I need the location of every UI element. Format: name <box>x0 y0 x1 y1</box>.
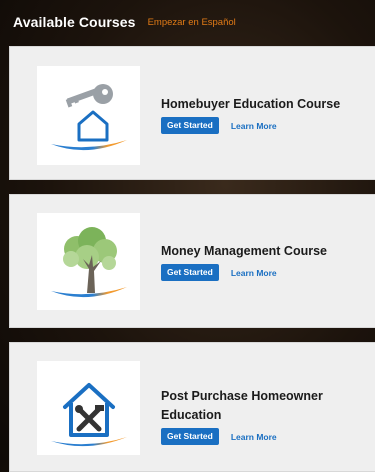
course-card-homebuyer: Homebuyer Education Course Get Started L… <box>9 46 375 180</box>
course-title: Money Management Course <box>161 244 328 258</box>
learn-more-link[interactable]: Learn More <box>231 268 277 278</box>
spanish-language-link[interactable]: Empezar en Español <box>148 17 236 28</box>
page-header: Available Courses Empezar en Español <box>0 0 375 44</box>
get-started-button[interactable]: Get Started <box>161 428 219 445</box>
get-started-button[interactable]: Get Started <box>161 117 219 134</box>
learn-more-link[interactable]: Learn More <box>231 432 277 442</box>
course-thumbnail <box>37 361 140 455</box>
page-title: Available Courses <box>13 14 136 30</box>
course-card-money-management: Money Management Course Get Started Lear… <box>9 194 375 328</box>
learn-more-link[interactable]: Learn More <box>231 121 277 131</box>
house-tools-icon <box>51 383 127 447</box>
course-thumbnail <box>37 213 140 310</box>
course-title: Homebuyer Education Course <box>161 97 341 111</box>
course-card-post-purchase: Post Purchase Homeowner Education Get St… <box>9 342 375 472</box>
house-key-icon <box>51 84 127 151</box>
tree-icon <box>51 227 127 298</box>
course-title: Post Purchase Homeowner Education <box>161 389 323 422</box>
get-started-button[interactable]: Get Started <box>161 264 219 281</box>
course-thumbnail <box>37 66 140 165</box>
